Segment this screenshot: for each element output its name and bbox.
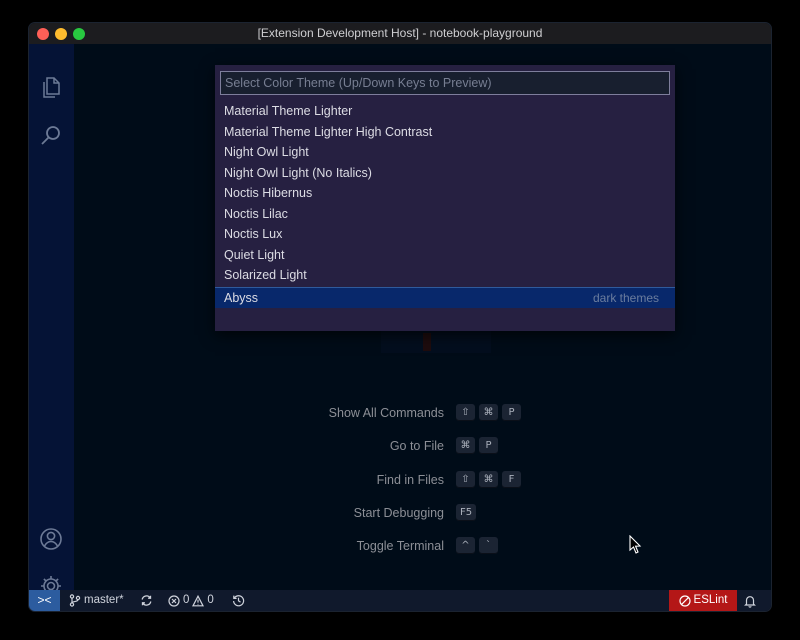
- theme-list: Material Theme Lighter Material Theme Li…: [215, 101, 675, 308]
- keycap: ⌘: [479, 404, 498, 421]
- theme-group-label: dark themes: [592, 290, 659, 305]
- shortcut-row: Toggle Terminal ^ `: [74, 537, 771, 557]
- history-icon: [233, 595, 245, 607]
- search-icon[interactable]: [38, 123, 64, 149]
- theme-option[interactable]: Noctis Lilac: [215, 204, 675, 225]
- minimize-window-button[interactable]: [55, 28, 67, 40]
- branch-indicator[interactable]: master*: [69, 590, 124, 611]
- prohibited-icon: [678, 594, 691, 607]
- theme-option[interactable]: Material Theme Lighter High Contrast: [215, 122, 675, 143]
- shortcut-label: Toggle Terminal: [356, 539, 444, 553]
- shortcut-row: Start Debugging F5: [74, 504, 771, 524]
- sync-button[interactable]: [140, 590, 153, 611]
- window-title: [Extension Development Host] - notebook-…: [257, 26, 543, 40]
- keycap: `: [479, 537, 498, 554]
- watermark-logo: [381, 331, 491, 353]
- keycap: F: [502, 471, 521, 488]
- theme-option-label: Abyss: [224, 290, 259, 305]
- eslint-status-button[interactable]: ESLint: [669, 590, 737, 611]
- remote-icon: ><: [37, 593, 52, 607]
- eslint-label: ESLint: [693, 594, 728, 606]
- problems-indicator[interactable]: 0 0: [168, 590, 214, 611]
- theme-option[interactable]: Material Theme Lighter: [215, 101, 675, 122]
- theme-option[interactable]: Noctis Lux: [215, 224, 675, 245]
- warning-icon: [192, 594, 205, 606]
- theme-option-selected[interactable]: Abyss dark themes: [215, 286, 675, 308]
- close-window-button[interactable]: [37, 28, 49, 40]
- theme-filter-input[interactable]: Select Color Theme (Up/Down Keys to Prev…: [220, 71, 670, 95]
- theme-option[interactable]: Night Owl Light: [215, 142, 675, 163]
- shortcut-label: Find in Files: [376, 473, 444, 487]
- git-branch-icon: [69, 594, 81, 607]
- keycap: ⌘: [456, 437, 475, 454]
- maximize-window-button[interactable]: [73, 28, 85, 40]
- keycap: P: [502, 404, 521, 421]
- keycap: ⇧: [456, 404, 475, 421]
- timeline-button[interactable]: [232, 590, 245, 611]
- theme-option[interactable]: Quiet Light: [215, 245, 675, 266]
- shortcut-label: Go to File: [389, 439, 444, 453]
- mouse-pointer-icon: [629, 535, 642, 554]
- keycap: P: [479, 437, 498, 454]
- remote-indicator-button[interactable]: ><: [29, 590, 60, 611]
- shortcut-row: Show All Commands ⇧ ⌘ P: [74, 404, 771, 424]
- keycap: F5: [456, 504, 477, 521]
- theme-option[interactable]: Noctis Hibernus: [215, 183, 675, 204]
- keycap: ⇧: [456, 471, 475, 488]
- keycap: ⌘: [479, 471, 498, 488]
- shortcut-label: Show All Commands: [328, 406, 444, 420]
- color-theme-quick-pick: Select Color Theme (Up/Down Keys to Prev…: [215, 65, 675, 331]
- shortcut-label: Start Debugging: [353, 506, 444, 520]
- app-window: [Extension Development Host] - notebook-…: [29, 23, 771, 611]
- branch-name: master*: [84, 594, 124, 606]
- sync-icon: [141, 595, 152, 606]
- shortcut-row: Find in Files ⇧ ⌘ F: [74, 471, 771, 491]
- account-icon[interactable]: [38, 526, 64, 552]
- keycap: ^: [456, 537, 475, 554]
- shortcut-row: Go to File ⌘ P: [74, 437, 771, 457]
- error-count: 0: [183, 594, 190, 606]
- activity-bar: [29, 44, 74, 596]
- theme-option[interactable]: Solarized Light: [215, 265, 675, 286]
- status-bar: >< master* 0 0 ESLint: [29, 590, 771, 611]
- files-icon[interactable]: [38, 74, 64, 100]
- warning-count: 0: [207, 594, 214, 606]
- editor-area: Show All Commands ⇧ ⌘ P Go to File ⌘ P F…: [74, 44, 771, 590]
- theme-option[interactable]: Night Owl Light (No Italics): [215, 163, 675, 184]
- error-icon: [168, 594, 180, 607]
- notifications-bell-icon[interactable]: [743, 594, 757, 608]
- title-bar: [Extension Development Host] - notebook-…: [29, 23, 771, 44]
